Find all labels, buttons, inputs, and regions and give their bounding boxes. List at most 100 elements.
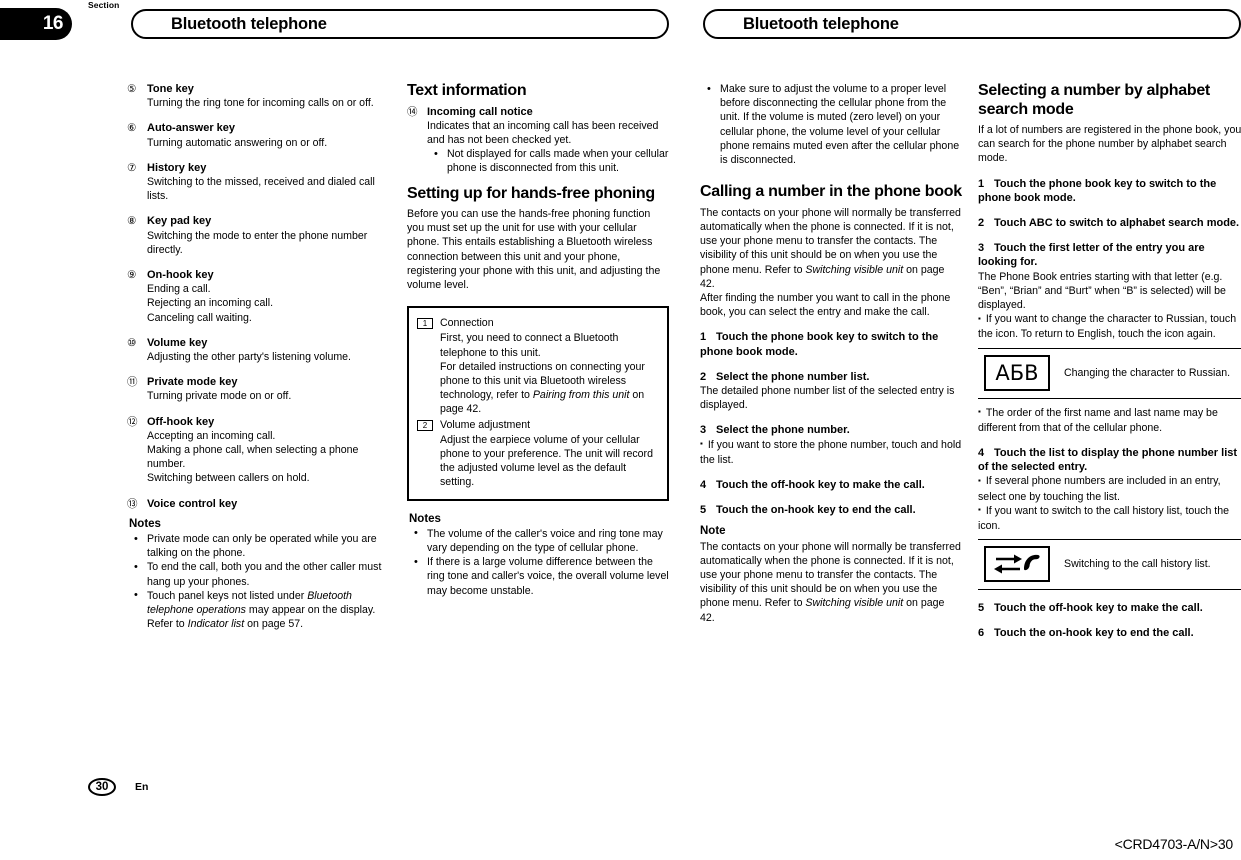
- step-3: 3 Select the phone number.: [700, 423, 962, 437]
- key-title: Auto-answer key: [147, 122, 236, 135]
- section-label: Section: [88, 0, 120, 10]
- step-text: Touch the on-hook key to end the call.: [716, 504, 916, 517]
- page-header: Section 16 Bluetooth telephone Bluetooth…: [0, 0, 1241, 46]
- note-text-pre: Touch panel keys not listed under: [147, 589, 308, 602]
- box-step-line: Adjust the earpiece volume of your cellu…: [440, 433, 653, 489]
- top-notes-list: Make sure to adjust the volume to a prop…: [700, 81, 962, 167]
- note-italic: Switching visible unit: [805, 597, 904, 610]
- table-row: Switching to the call history list.: [978, 546, 1241, 583]
- icon-description: Switching to the call history list.: [1064, 558, 1211, 571]
- key-number: ⑤: [127, 83, 137, 95]
- step-number: 5: [978, 602, 985, 615]
- section-number: 16: [42, 13, 64, 34]
- key-title: History key: [147, 161, 207, 174]
- step-number: 6: [978, 627, 985, 640]
- step-number: 5: [700, 504, 707, 517]
- notes-list: The volume of the caller's voice and rin…: [407, 526, 669, 598]
- key-description: Canceling call waiting.: [147, 311, 252, 324]
- key-description: Accepting an incoming call.: [147, 429, 276, 442]
- step-number: 4: [700, 478, 707, 491]
- document-code: <CRD4703-A/N>30: [1114, 836, 1234, 852]
- key-entry: ⑪ Private mode key Turning private mode …: [127, 375, 389, 403]
- step-5: 5 Touch the off-hook key to make the call…: [978, 601, 1241, 615]
- key-description: Turning automatic answering on or off.: [147, 136, 328, 149]
- step-text: Touch the off-hook key to make the call.: [994, 602, 1203, 615]
- key-description: Ending a call.: [147, 283, 211, 296]
- call-history-icon[interactable]: [984, 546, 1050, 583]
- step-3-note: If you want to change the character to R…: [978, 312, 1241, 341]
- box-step: 2 Volume adjustment: [417, 418, 657, 432]
- note-refer-pre: Refer to: [147, 618, 188, 631]
- connection-steps-box: 1 Connection First, you need to connect …: [407, 306, 669, 501]
- key-entry: ⑫ Off-hook key Accepting an incoming cal…: [127, 415, 389, 486]
- key-entry: ⑩ Volume key Adjusting the other party's…: [127, 336, 389, 364]
- step-text: Select the phone number list.: [716, 370, 870, 383]
- key-number: ⑧: [127, 215, 137, 228]
- note-paragraph: The contacts on your phone will normally…: [700, 540, 962, 625]
- key-description: Switching the mode to enter the phone nu…: [147, 229, 368, 256]
- step-text: Touch the list to display the phone numb…: [978, 447, 1238, 474]
- column-3: Make sure to adjust the volume to a prop…: [700, 81, 962, 625]
- step-2: 2 Touch ABC to switch to alphabet search …: [978, 216, 1241, 230]
- step-number: 3: [700, 424, 707, 437]
- step-2-description: The detailed phone number list of the se…: [700, 384, 955, 412]
- key-title: Voice control key: [147, 497, 238, 510]
- box-step-line-ref: For detailed instructions on connecting …: [440, 360, 657, 417]
- step-4-note-2: If you want to switch to the call histor…: [978, 504, 1241, 533]
- box-step-number: 2: [417, 419, 433, 431]
- key-number: ⑥: [127, 122, 137, 135]
- list-item: Touch panel keys not listed under Blueto…: [127, 588, 389, 632]
- key-entry: ⑬ Voice control key: [127, 497, 389, 511]
- page-footer: 30 En: [88, 778, 148, 796]
- column-1: ⑤ Tone key Turning the ring tone for inc…: [127, 82, 389, 632]
- step-3-note: If you want to store the phone number, t…: [700, 438, 962, 467]
- notes-list: Private mode can only be operated while …: [127, 532, 389, 631]
- step-text: Touch the on-hook key to end the call.: [994, 627, 1194, 640]
- icon-table-russian: АБВ Changing the character to Russian.: [978, 347, 1241, 399]
- key-entry: ⑥ Auto-answer key Turning automatic answ…: [127, 121, 389, 149]
- russian-alphabet-icon[interactable]: АБВ: [984, 354, 1050, 391]
- header-title-right: Bluetooth telephone: [703, 9, 1241, 39]
- step-text: Touch the phone book key to switch to th…: [700, 331, 939, 358]
- box-step: 1 Connection: [417, 316, 657, 330]
- list-item: Make sure to adjust the volume to a prop…: [700, 81, 962, 167]
- key-entry: ⑨ On-hook key Ending a call. Rejecting a…: [127, 268, 389, 325]
- intro-italic: Switching visible unit: [805, 263, 904, 276]
- icon-table-call-history: Switching to the call history list.: [978, 539, 1241, 591]
- key-number: ⑨: [127, 269, 137, 282]
- table-row: АБВ Changing the character to Russian.: [978, 354, 1241, 391]
- note-heading: Note: [700, 525, 726, 538]
- key-entry: ⑦ History key Switching to the missed, r…: [127, 161, 389, 204]
- key-entry: ⑭ Incoming call notice Indicates that an…: [407, 105, 669, 176]
- intro-tail: After finding the number you want to cal…: [700, 291, 951, 319]
- ref-italic: Pairing from this unit: [532, 389, 630, 402]
- key-number: ⑬: [127, 497, 138, 510]
- key-number: ⑭: [407, 105, 418, 118]
- box-step-number: 1: [417, 318, 433, 330]
- key-bullet-list: Not displayed for calls made when your c…: [427, 147, 669, 175]
- step-4-note-1: If several phone numbers are included in…: [978, 474, 1241, 503]
- notes-heading: Notes: [129, 517, 161, 530]
- step-2: 2 Select the phone number list.: [700, 370, 962, 384]
- box-step-line: First, you need to connect a Bluetooth t…: [440, 332, 619, 359]
- step-text: Touch the first letter of the entry you …: [978, 242, 1205, 269]
- icon-description: Changing the character to Russian.: [1064, 366, 1231, 379]
- step-number: 1: [978, 177, 985, 190]
- step-3-description: The Phone Book entries starting with tha…: [978, 270, 1226, 312]
- key-entry: ⑤ Tone key Turning the ring tone for inc…: [127, 82, 389, 110]
- key-description: Adjusting the other party's listening vo…: [147, 351, 352, 364]
- key-number: ⑩: [127, 336, 137, 349]
- step-text: Select the phone number.: [716, 424, 850, 437]
- column-4: Selecting a number by alphabet search mo…: [978, 82, 1241, 641]
- call-history-icon-glyph: [994, 554, 1040, 574]
- key-title: Volume key: [147, 336, 208, 349]
- box-step-title: Volume adjustment: [440, 418, 531, 431]
- section-heading-text-information: Text information: [407, 82, 527, 99]
- key-description: Switching between callers on hold.: [147, 472, 310, 485]
- language-code: En: [135, 781, 149, 793]
- key-description: Turning the ring tone for incoming calls…: [147, 97, 374, 110]
- note-refer-post: on page 57.: [244, 618, 304, 631]
- key-entry: ⑧ Key pad key Switching the mode to ente…: [127, 214, 389, 257]
- key-description: Rejecting an incoming call.: [147, 297, 274, 310]
- key-title: On-hook key: [147, 269, 214, 282]
